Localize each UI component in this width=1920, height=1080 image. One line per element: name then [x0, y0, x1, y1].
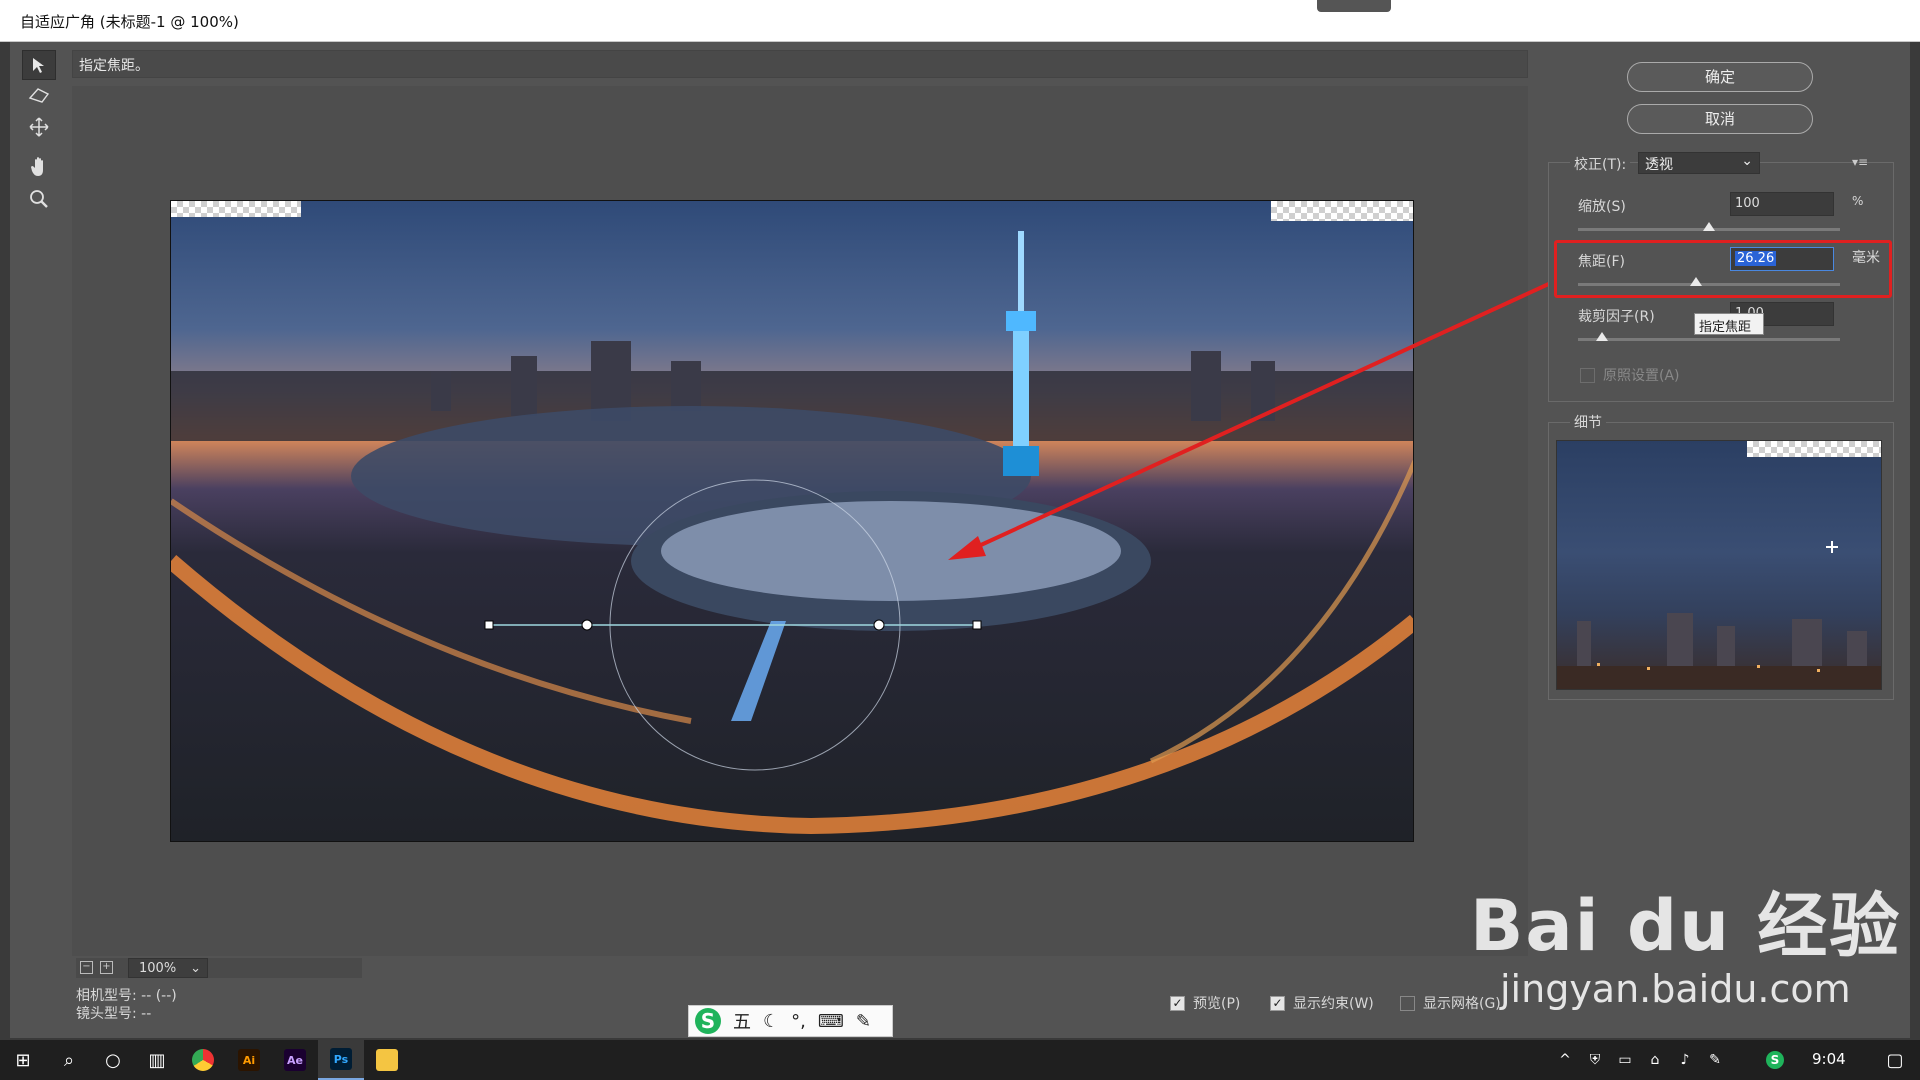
sogou-icon[interactable]: S — [695, 1008, 721, 1034]
panel-menu-icon[interactable]: ▾≡ — [1852, 155, 1868, 169]
defender-icon[interactable]: ⛨ — [1580, 1040, 1610, 1080]
ime-toolbar[interactable]: S 五 ☾ °, ⌨ ✎ — [688, 1005, 893, 1037]
baidu-watermark: Bai du 经验 jingyan.baidu.com — [1470, 870, 1901, 1011]
cancel-button[interactable]: 取消 — [1627, 104, 1813, 134]
zoom-select[interactable]: 100% ⌄ — [128, 958, 208, 978]
photoshop-icon[interactable]: Ps — [318, 1040, 364, 1080]
tray-chevron-icon[interactable]: ^ — [1550, 1040, 1580, 1080]
crop-factor-slider[interactable] — [1578, 338, 1840, 341]
detail-skyline — [1557, 541, 1881, 689]
preview-checkbox[interactable]: ✓ — [1170, 995, 1185, 1011]
scale-unit: % — [1852, 194, 1864, 208]
preview-label: 预览(P) — [1193, 996, 1241, 1012]
show-constraints-label: 显示约束(W) — [1293, 996, 1374, 1012]
original-setting-option: 原照设置(A) — [1580, 365, 1680, 385]
watermark-url: jingyan.baidu.com — [1500, 967, 1851, 1011]
chevron-down-icon: ⌄ — [1741, 153, 1753, 169]
correction-value: 透视 — [1645, 157, 1673, 173]
correction-label: 校正(T): — [1570, 154, 1631, 174]
wrench-icon[interactable]: ✎ — [856, 1011, 871, 1032]
watermark-logo: Bai du 经验 — [1470, 885, 1902, 967]
sogou-tray-icon[interactable]: S — [1760, 1040, 1790, 1080]
search-icon[interactable]: ⌕ — [46, 1040, 92, 1080]
ime-mode[interactable]: 五 — [733, 1008, 751, 1034]
zoom-value: 100% — [139, 961, 177, 976]
moon-icon[interactable]: ☾ — [763, 1011, 779, 1032]
after-effects-icon[interactable]: Ae — [272, 1040, 318, 1080]
ok-button[interactable]: 确定 — [1627, 62, 1813, 92]
scale-input[interactable]: 100 — [1730, 192, 1834, 216]
file-explorer-icon[interactable] — [364, 1040, 410, 1080]
zoom-bar: − + 100% ⌄ — [76, 958, 362, 978]
correction-select[interactable]: 透视 ⌄ — [1638, 152, 1760, 174]
chevron-down-icon: ⌄ — [190, 961, 201, 976]
volume-icon[interactable]: ♪ — [1670, 1040, 1700, 1080]
chrome-icon[interactable] — [180, 1040, 226, 1080]
tooltip: 指定焦距 — [1694, 313, 1764, 335]
pen-icon[interactable]: ✎ — [1700, 1040, 1730, 1080]
cortana-icon[interactable]: ○ — [90, 1040, 136, 1080]
keyboard-icon[interactable]: ⌨ — [818, 1011, 844, 1032]
task-view-icon[interactable]: ▥ — [134, 1040, 180, 1080]
show-grid-checkbox[interactable] — [1400, 995, 1415, 1011]
preview-option[interactable]: ✓ 预览(P) — [1170, 993, 1240, 1013]
scale-slider-thumb[interactable] — [1703, 222, 1715, 231]
show-constraints-checkbox[interactable]: ✓ — [1270, 995, 1285, 1011]
battery-icon[interactable]: ▭ — [1610, 1040, 1640, 1080]
punctuation-icon[interactable]: °, — [791, 1011, 806, 1032]
detail-label: 细节 — [1570, 412, 1606, 432]
notification-icon[interactable]: ▢ — [1872, 1040, 1918, 1080]
crop-factor-label: 裁剪因子(R) — [1578, 309, 1655, 325]
illustrator-icon[interactable]: Ai — [226, 1040, 272, 1080]
detail-preview — [1556, 440, 1882, 690]
show-constraints-option[interactable]: ✓ 显示约束(W) — [1270, 993, 1374, 1013]
scale-label: 缩放(S) — [1578, 199, 1626, 215]
original-setting-checkbox — [1580, 367, 1595, 383]
windows-start-icon[interactable]: ⊞ — [0, 1040, 46, 1080]
zoom-out-icon[interactable]: − — [80, 961, 93, 974]
network-icon[interactable]: ⌂ — [1640, 1040, 1670, 1080]
original-setting-label: 原照设置(A) — [1603, 368, 1680, 384]
camera-model: 相机型号: -- (--) — [76, 988, 177, 1004]
clock[interactable]: 9:04 — [1812, 1050, 1846, 1068]
crop-factor-slider-thumb[interactable] — [1595, 332, 1608, 341]
zoom-in-icon[interactable]: + — [100, 961, 113, 974]
lens-model: 镜头型号: -- — [76, 1006, 152, 1022]
highlight-box — [1554, 240, 1892, 298]
